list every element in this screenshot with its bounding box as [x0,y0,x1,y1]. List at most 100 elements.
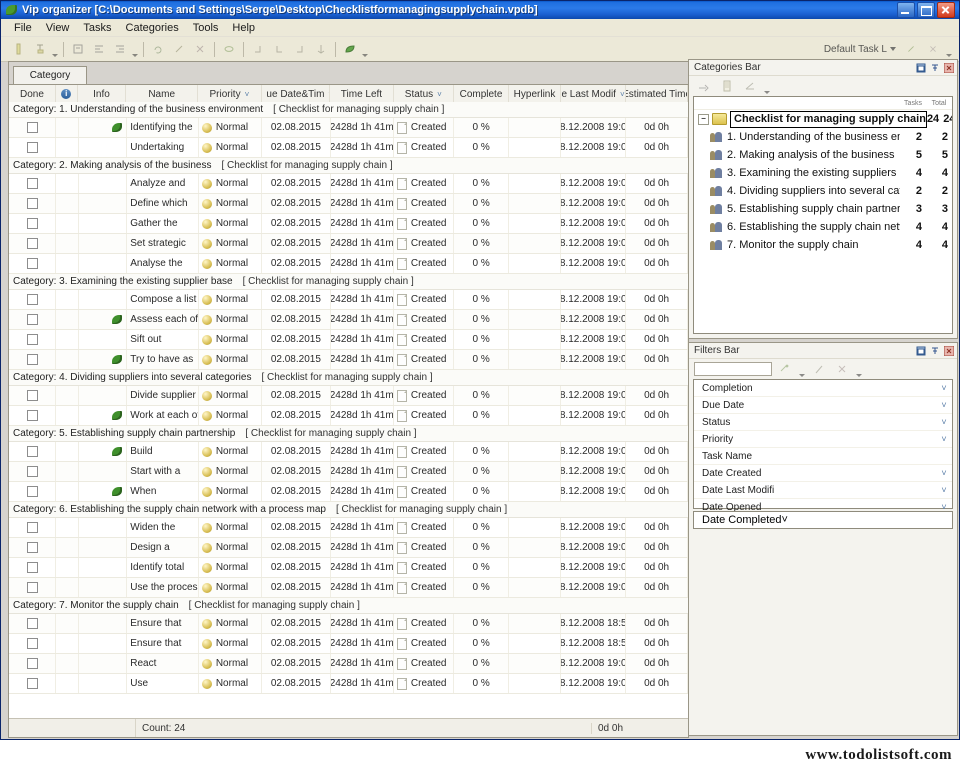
grid-column-header-e-last-modif[interactable]: e Last Modif˅ [561,85,626,103]
edit-icon[interactable] [169,39,189,59]
close-icon[interactable] [943,345,954,356]
done-checkbox[interactable] [27,178,38,189]
task-list-selector[interactable]: Default Task L [821,43,899,56]
table-row[interactable]: Ensure thatNormal02.08.20152428d 1h 41mC… [9,614,688,634]
category-tree-item-3[interactable]: 3. Examining the existing suppliers base… [694,164,952,182]
grid-column-header-hyperlink[interactable]: Hyperlink [509,85,561,103]
filter-row-date-completed[interactable]: Date Completed ˅ [693,511,953,529]
minimize-icon[interactable] [897,2,915,18]
done-checkbox[interactable] [27,658,38,669]
table-row[interactable]: Set strategicNormal02.08.20152428d 1h 41… [9,234,688,254]
category-tree-root[interactable]: −Checklist for managing supply chain2424 [694,110,952,128]
filter-row-status[interactable]: Status˅ [694,414,952,431]
grid-column-header-complete[interactable]: Complete [454,85,509,103]
menu-item-tools[interactable]: Tools [186,21,226,35]
filter-row-priority[interactable]: Priority˅ [694,431,952,448]
done-checkbox[interactable] [27,522,38,533]
done-checkbox[interactable] [27,354,38,365]
table-row[interactable]: Analyze andNormal02.08.20152428d 1h 41mC… [9,174,688,194]
restore-icon[interactable] [915,345,926,356]
sort-chevron-icon[interactable]: ˅ [437,90,442,99]
edit-filter-icon[interactable] [809,359,829,379]
table-row[interactable]: Ensure thatNormal02.08.20152428d 1h 41mC… [9,634,688,654]
chevron-down-icon[interactable]: ˅ [936,400,952,410]
grid-column-header-name[interactable]: Name [126,85,198,103]
done-checkbox[interactable] [27,410,38,421]
chevron-down-icon[interactable]: ˅ [936,383,952,393]
done-checkbox[interactable] [27,238,38,249]
done-checkbox[interactable] [27,678,38,689]
filters-list[interactable]: Completion˅Due Date˅Status˅Priority˅Task… [693,379,953,509]
dropdown-caret-icon-3[interactable] [361,37,369,61]
link-icon[interactable] [219,39,239,59]
pin-icon[interactable] [929,62,940,73]
grid-column-header-status[interactable]: Status˅ [394,85,454,103]
table-row[interactable]: Analyse theNormal02.08.20152428d 1h 41mC… [9,254,688,274]
category-tree-item-2[interactable]: 2. Making analysis of the business55 [694,146,952,164]
grid-column-header-info[interactable]: Info [78,85,127,103]
sort-chevron-icon[interactable]: ˅ [620,90,625,99]
close-icon[interactable] [943,62,954,73]
done-checkbox[interactable] [27,446,38,457]
done-checkbox[interactable] [27,390,38,401]
table-row[interactable]: Define whichNormal02.08.20152428d 1h 41m… [9,194,688,214]
sort-chevron-icon[interactable]: ˅ [245,90,250,99]
new-subtask-icon[interactable] [30,39,50,59]
menu-item-view[interactable]: View [39,21,77,35]
table-row[interactable]: Identifying theNormal02.08.20152428d 1h … [9,118,688,138]
grid-column-header-time-left[interactable]: Time Left [330,85,394,103]
category-tree-item-4[interactable]: 4. Dividing suppliers into several categ… [694,182,952,200]
chevron-down-icon[interactable]: ˅ [936,468,952,478]
done-checkbox[interactable] [27,618,38,629]
new-task-icon[interactable] [9,39,29,59]
maximize-icon[interactable] [917,2,935,18]
delete-icon[interactable] [190,39,210,59]
grid-column-header-ue-date-tim[interactable]: ˅ue Date&Tim˅ [262,85,331,103]
pin-icon[interactable] [929,345,940,356]
dropdown-caret-icon-2[interactable] [855,357,863,381]
categories-tree[interactable]: Tasks Total −Checklist for managing supp… [693,96,953,334]
table-row[interactable]: ReactNormal02.08.20152428d 1h 41mCreated… [9,654,688,674]
sort-chevron-icon[interactable]: ˅ [262,90,263,99]
filter-row-date-created[interactable]: Date Created˅ [694,465,952,482]
done-checkbox[interactable] [27,198,38,209]
table-row[interactable]: Divide supplierNormal02.08.20152428d 1h … [9,386,688,406]
grid-column-header-info[interactable]: i [56,85,78,103]
table-row[interactable]: Try to have asNormal02.08.20152428d 1h 4… [9,350,688,370]
table-row[interactable]: Start with aNormal02.08.20152428d 1h 41m… [9,462,688,482]
category-tree-item-6[interactable]: 6. Establishing the supply chain network… [694,218,952,236]
table-row[interactable]: Sift outNormal02.08.20152428d 1h 41mCrea… [9,330,688,350]
done-checkbox[interactable] [27,638,38,649]
close-icon[interactable] [937,2,955,18]
indent-icon[interactable] [89,39,109,59]
table-row[interactable]: Assess each ofNormal02.08.20152428d 1h 4… [9,310,688,330]
done-checkbox[interactable] [27,294,38,305]
done-checkbox[interactable] [27,486,38,497]
table-row[interactable]: Gather theNormal02.08.20152428d 1h 41mCr… [9,214,688,234]
filter-row-date-last-modifi[interactable]: Date Last Modifi˅ [694,482,952,499]
new-category-icon[interactable] [694,76,714,96]
chevron-down-icon[interactable]: ˅ [936,485,952,495]
dropdown-caret-icon[interactable] [51,37,59,61]
table-row[interactable]: UseNormal02.08.20152428d 1h 41mCreated0 … [9,674,688,694]
done-checkbox[interactable] [27,542,38,553]
leaf-icon[interactable] [340,39,360,59]
table-row[interactable]: BuildNormal02.08.20152428d 1h 41mCreated… [9,442,688,462]
restore-icon[interactable] [915,62,926,73]
collapse-icon[interactable]: − [698,114,709,125]
category-tree-item-7[interactable]: 7. Monitor the supply chain44 [694,236,952,254]
category-tree-item-1[interactable]: 1. Understanding of the business environ… [694,128,952,146]
grid-column-header-priority[interactable]: Priority˅ [198,85,262,103]
table-row[interactable]: Use the processNormal02.08.20152428d 1h … [9,578,688,598]
chevron-down-icon[interactable]: ˅ [782,514,788,526]
menu-item-file[interactable]: File [7,21,39,35]
done-checkbox[interactable] [27,562,38,573]
dropdown-caret-icon-4[interactable] [945,37,953,61]
done-checkbox[interactable] [27,218,38,229]
done-checkbox[interactable] [27,258,38,269]
move-left-icon[interactable] [248,39,268,59]
table-row[interactable]: Compose a listNormal02.08.20152428d 1h 4… [9,290,688,310]
filter-search-input[interactable] [694,362,772,376]
move-up-icon[interactable] [290,39,310,59]
done-checkbox[interactable] [27,122,38,133]
